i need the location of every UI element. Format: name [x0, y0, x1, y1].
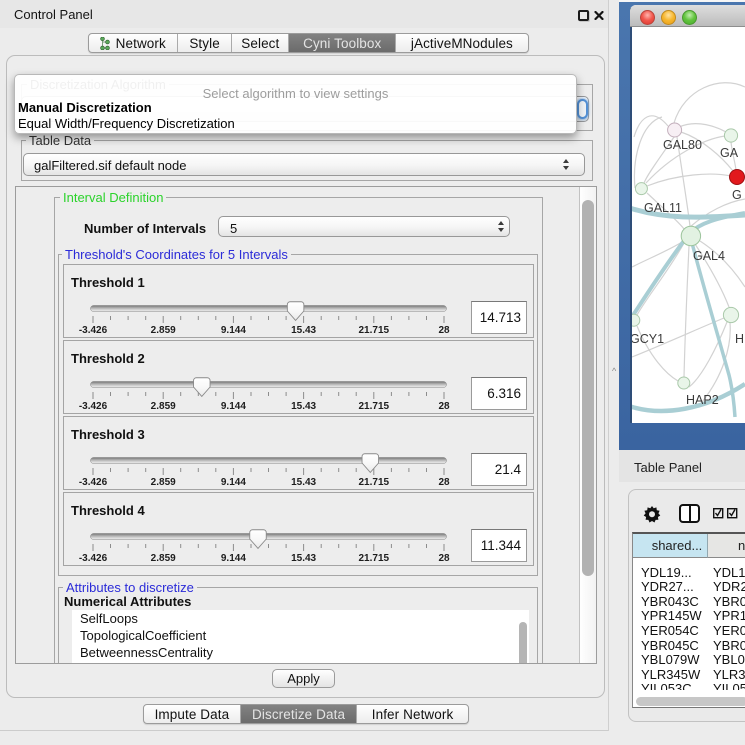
svg-text:GA: GA — [720, 146, 739, 160]
svg-text:GCY1: GCY1 — [632, 332, 664, 346]
svg-text:GAL11: GAL11 — [644, 201, 682, 215]
svg-text:GAL80: GAL80 — [663, 138, 702, 152]
svg-text:G: G — [732, 188, 742, 202]
svg-text:HAP2: HAP2 — [686, 393, 719, 407]
svg-text:GAL4: GAL4 — [693, 249, 725, 263]
svg-text:H: H — [735, 332, 744, 346]
